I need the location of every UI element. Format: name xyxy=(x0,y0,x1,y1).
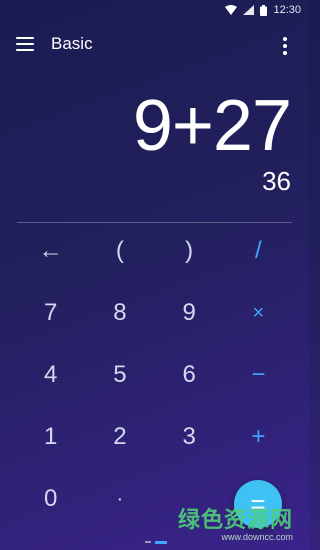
close-paren-button[interactable]: ) xyxy=(155,220,224,282)
add-button[interactable]: + xyxy=(224,406,293,468)
watermark-text: 绿色资源网 xyxy=(177,508,293,533)
status-time: 12:30 xyxy=(273,4,301,16)
digit-9-button[interactable]: 9 xyxy=(155,282,224,344)
divide-button[interactable]: / xyxy=(224,220,293,282)
digit-3-button[interactable]: 3 xyxy=(155,406,224,468)
page-dot-1[interactable] xyxy=(145,541,151,543)
expression-display: 9+27 xyxy=(132,86,292,166)
signal-icon xyxy=(243,5,255,15)
digit-1-button[interactable]: 1 xyxy=(16,406,85,468)
subtract-button[interactable]: − xyxy=(224,344,293,406)
open-paren-button[interactable]: ( xyxy=(85,220,154,282)
multiply-button[interactable]: × xyxy=(224,282,293,344)
digit-7-button[interactable]: 7 xyxy=(16,282,85,344)
digit-4-button[interactable]: 4 xyxy=(16,344,85,406)
page-indicator xyxy=(145,540,167,544)
watermark-logo: 绿色资源网 www.downcc.com xyxy=(178,502,293,542)
page-dot-2-active[interactable] xyxy=(155,540,167,544)
digit-5-button[interactable]: 5 xyxy=(85,344,154,406)
wifi-icon xyxy=(225,5,238,15)
result-display: 36 xyxy=(262,166,291,196)
decimal-point-button[interactable]: · xyxy=(85,468,154,530)
battery-icon xyxy=(260,4,268,16)
hamburger-menu-icon[interactable] xyxy=(16,37,34,53)
digit-6-button[interactable]: 6 xyxy=(155,344,224,406)
digit-0-button[interactable]: 0 xyxy=(16,468,85,530)
mode-title: Basic xyxy=(51,34,93,53)
status-bar: 12:30 xyxy=(0,0,309,20)
digit-8-button[interactable]: 8 xyxy=(85,282,154,344)
toolbar: Basic xyxy=(0,28,309,62)
digit-2-button[interactable]: 2 xyxy=(85,406,154,468)
backspace-button[interactable]: ← xyxy=(16,220,85,282)
more-vert-icon[interactable] xyxy=(283,37,287,55)
